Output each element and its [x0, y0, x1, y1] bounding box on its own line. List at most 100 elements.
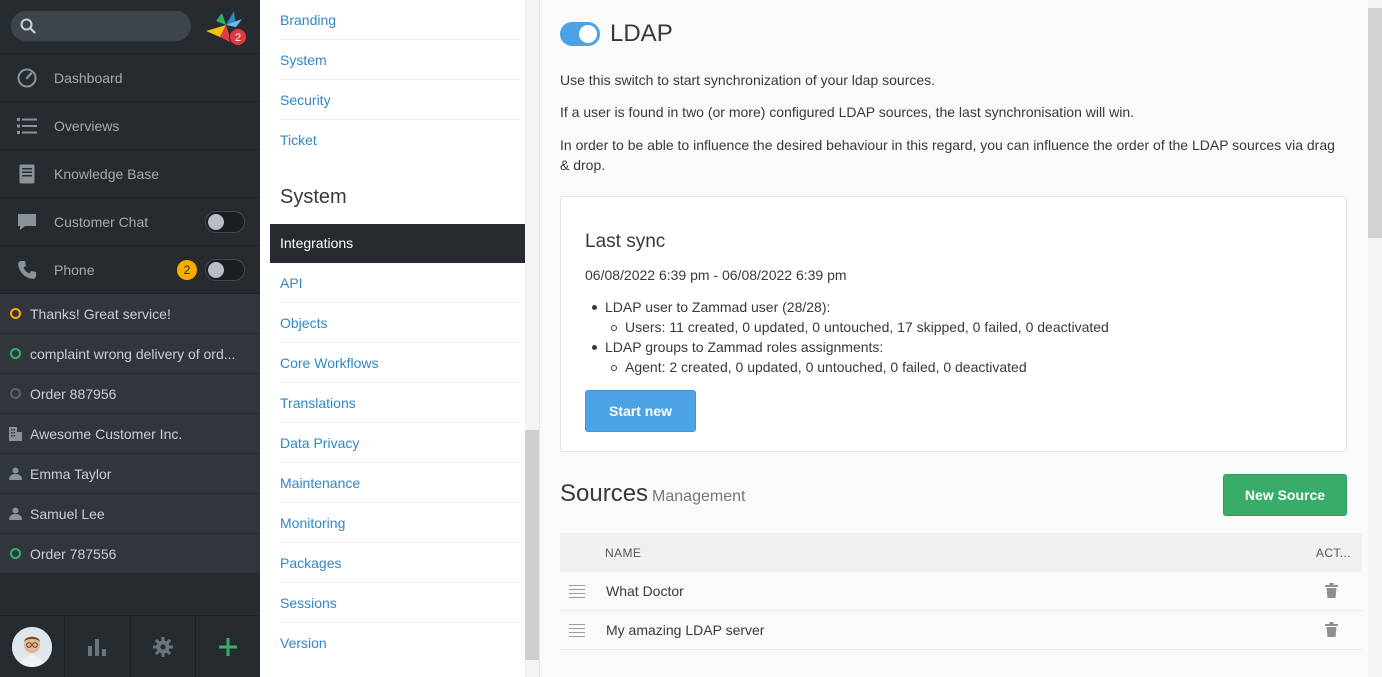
settings-link-monitoring[interactable]: Monitoring	[280, 503, 519, 543]
drag-handle-icon[interactable]	[569, 585, 585, 598]
nav-item-knowledge-base[interactable]: Knowledge Base	[0, 150, 260, 198]
settings-link-core-workflows[interactable]: Core Workflows	[280, 343, 519, 383]
settings-sidebar: Branding System Security Ticket System I…	[260, 0, 540, 677]
search-input[interactable]	[43, 11, 183, 41]
settings-link-branding[interactable]: Branding	[280, 0, 519, 40]
settings-section-heading: System	[280, 186, 347, 208]
ticket-closed-icon	[9, 387, 22, 400]
settings-link-security[interactable]: Security	[280, 80, 519, 120]
settings-link-api[interactable]: API	[280, 263, 519, 303]
user-icon	[9, 467, 22, 480]
last-sync-title: Last sync	[585, 231, 666, 252]
start-new-sync-button[interactable]: Start new	[585, 390, 696, 432]
nav-item-label: Overviews	[54, 117, 120, 134]
settings-link-ticket[interactable]: Ticket	[280, 120, 519, 160]
column-header-actions: ACT...	[1315, 546, 1351, 560]
task-label: Order 787556	[30, 545, 117, 562]
trash-icon[interactable]	[1325, 583, 1338, 598]
settings-link-sessions[interactable]: Sessions	[280, 583, 519, 623]
list-icon	[16, 115, 38, 137]
content-scrollbar-thumb[interactable]	[1368, 8, 1382, 238]
task-label: Awesome Customer Inc.	[30, 425, 183, 442]
sync-users-detail: Users: 11 created, 0 updated, 0 untouche…	[585, 317, 1109, 337]
sources-title: Sources	[560, 480, 649, 507]
settings-link-objects[interactable]: Objects	[280, 303, 519, 343]
phone-icon	[16, 259, 38, 281]
table-header: NAME ACT...	[560, 533, 1362, 572]
sync-users-heading: LDAP user to Zammad user (28/28):	[585, 297, 1109, 317]
sync-groups-detail: Agent: 2 created, 0 updated, 0 untouched…	[585, 357, 1109, 377]
sources-heading: Sources Management	[560, 480, 745, 508]
main-navigation: 2 Dashboard Overviews Knowledge Base Cus…	[0, 0, 260, 677]
settings-link-version[interactable]: Version	[280, 623, 519, 663]
task-item[interactable]: Samuel Lee	[0, 494, 260, 534]
nav-bottom-bar	[0, 615, 260, 677]
column-header-name[interactable]: NAME	[605, 546, 641, 560]
gear-icon	[152, 636, 173, 657]
task-item[interactable]: complaint wrong delivery of ord...	[0, 334, 260, 374]
settings-link-system[interactable]: System	[280, 40, 519, 80]
last-sync-panel: Last sync 06/08/2022 6:39 pm - 06/08/202…	[560, 196, 1347, 452]
avatar[interactable]	[12, 626, 53, 667]
new-source-button[interactable]: New Source	[1223, 474, 1347, 516]
nav-item-overviews[interactable]: Overviews	[0, 102, 260, 150]
task-item[interactable]: Order 887956	[0, 374, 260, 414]
task-label: Order 887956	[30, 385, 117, 402]
sync-result-list: LDAP user to Zammad user (28/28): Users:…	[585, 297, 1109, 377]
global-search[interactable]	[11, 11, 191, 41]
ldap-enable-toggle[interactable]	[560, 22, 600, 46]
notification-badge[interactable]: 2	[229, 28, 247, 46]
task-item[interactable]: Emma Taylor	[0, 454, 260, 494]
task-item[interactable]: Order 787556	[0, 534, 260, 574]
settings-link-translations[interactable]: Translations	[280, 383, 519, 423]
settings-link-data-privacy[interactable]: Data Privacy	[280, 423, 519, 463]
reporting-button[interactable]	[65, 616, 131, 677]
task-label: Samuel Lee	[30, 505, 105, 522]
phone-toggle[interactable]	[205, 259, 245, 281]
customer-chat-toggle[interactable]	[205, 211, 245, 233]
nav-item-label: Phone	[54, 261, 95, 278]
source-name[interactable]: My amazing LDAP server	[606, 622, 764, 638]
ticket-open-icon	[9, 307, 22, 320]
search-icon	[20, 18, 36, 34]
add-new-button[interactable]	[196, 616, 260, 677]
settings-link-maintenance[interactable]: Maintenance	[280, 463, 519, 503]
search-row: 2	[0, 0, 260, 54]
settings-button[interactable]	[131, 616, 196, 677]
toggle-knob	[579, 25, 597, 43]
sync-groups-heading: LDAP groups to Zammad roles assignments:	[585, 337, 1109, 357]
nav-item-customer-chat[interactable]: Customer Chat	[0, 198, 260, 246]
ticket-open-icon	[9, 547, 22, 560]
bar-chart-icon	[88, 638, 107, 656]
source-name[interactable]: What Doctor	[606, 583, 684, 599]
page-header: LDAP	[560, 18, 673, 50]
avatar-button[interactable]	[0, 616, 66, 677]
description-text: Use this switch to start synchronization…	[560, 72, 936, 88]
trash-icon[interactable]	[1325, 622, 1338, 637]
chat-icon	[16, 211, 38, 233]
nav-item-dashboard[interactable]: Dashboard	[0, 54, 260, 102]
table-row[interactable]: What Doctor	[560, 572, 1362, 611]
task-label: Emma Taylor	[30, 465, 112, 482]
dashboard-icon	[16, 67, 38, 89]
toggle-knob	[208, 214, 224, 230]
task-item[interactable]: Awesome Customer Inc.	[0, 414, 260, 454]
settings-link-integrations[interactable]: Integrations	[270, 224, 529, 263]
toggle-knob	[208, 262, 224, 278]
book-icon	[16, 163, 38, 185]
user-icon	[9, 507, 22, 520]
task-item[interactable]: Thanks! Great service!	[0, 294, 260, 334]
table-row[interactable]: My amazing LDAP server	[560, 611, 1362, 650]
page-title: LDAP	[610, 20, 673, 47]
integration-content: LDAP Use this switch to start synchroniz…	[540, 0, 1368, 677]
settings-link-packages[interactable]: Packages	[280, 543, 519, 583]
nav-item-phone[interactable]: Phone 2	[0, 246, 260, 294]
ticket-open-icon	[9, 347, 22, 360]
task-bar: Thanks! Great service! complaint wrong d…	[0, 294, 260, 574]
description-text: If a user is found in two (or more) conf…	[560, 104, 1134, 120]
task-label: Thanks! Great service!	[30, 305, 171, 322]
sidebar-scrollbar-thumb[interactable]	[525, 430, 539, 660]
drag-handle-icon[interactable]	[569, 624, 585, 637]
nav-item-label: Customer Chat	[54, 213, 149, 230]
nav-item-label: Dashboard	[54, 69, 123, 86]
